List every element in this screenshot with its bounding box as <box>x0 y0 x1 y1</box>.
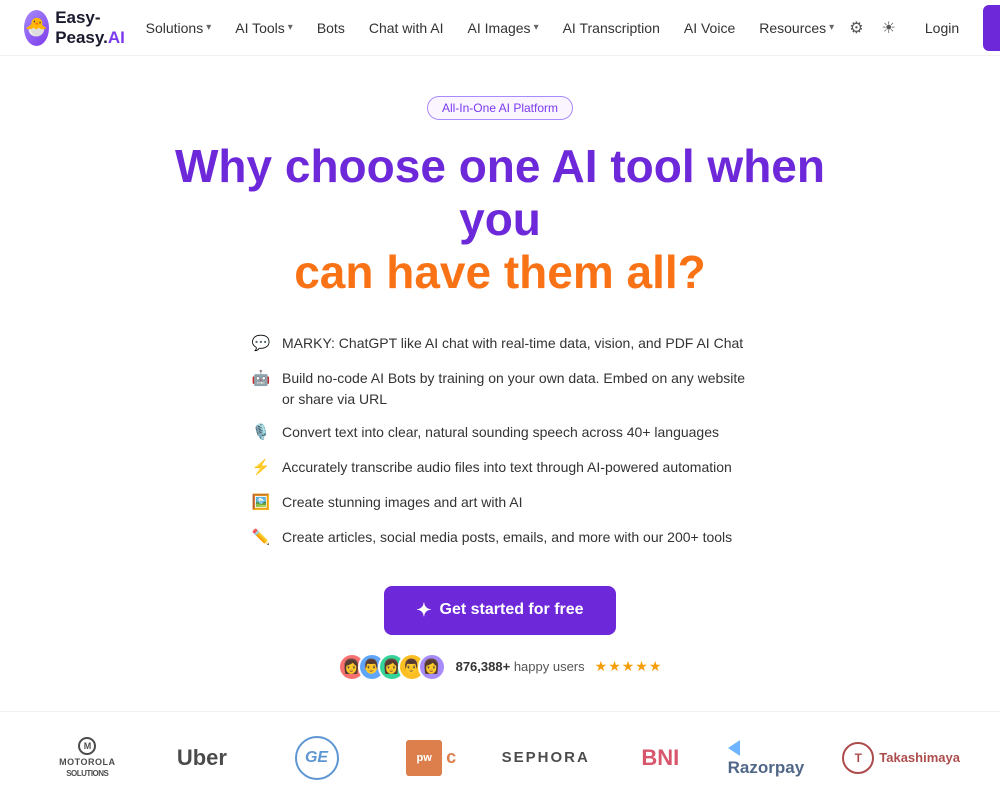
chat-icon: 💬 <box>250 334 272 356</box>
bot-icon: 🤖 <box>250 369 272 391</box>
get-started-button[interactable]: ✦ Get started for free <box>384 586 615 635</box>
chevron-down-icon: ▾ <box>829 22 834 33</box>
brand-razorpay: Razorpay <box>728 738 823 778</box>
social-proof: 👩 👨 👩 👨 👩 876,388+ happy users ★★★★★ <box>338 653 663 681</box>
chevron-down-icon: ▾ <box>288 22 293 33</box>
image-icon: 🖼️ <box>250 493 272 515</box>
login-button[interactable]: Login <box>909 13 975 43</box>
nav-actions: ⚙ ☀ Login Sign up <box>844 5 1000 51</box>
brand-uber: Uber <box>155 745 250 771</box>
brand-bni: BNI <box>613 745 708 771</box>
motorola-logo-icon: M <box>78 737 96 755</box>
signup-button[interactable]: Sign up <box>983 5 1000 51</box>
hero-title: Why choose one AI tool when you can have… <box>160 140 840 299</box>
nav-resources[interactable]: Resources ▾ <box>749 14 844 42</box>
tools-icon: ✏️ <box>250 528 272 550</box>
happy-users-text: 876,388+ happy users <box>456 659 585 674</box>
transcription-icon: ⚡ <box>250 458 272 480</box>
list-item: 🤖 Build no-code AI Bots by training on y… <box>250 362 750 416</box>
list-item: 💬 MARKY: ChatGPT like AI chat with real-… <box>250 327 750 362</box>
nav-bots[interactable]: Bots <box>307 14 355 42</box>
list-item: 🖼️ Create stunning images and art with A… <box>250 486 750 521</box>
list-item: ✏️ Create articles, social media posts, … <box>250 521 750 556</box>
brand-motorola: M MOTOROLA SOLUTIONS <box>40 737 135 778</box>
nav-ai-transcription[interactable]: AI Transcription <box>553 14 670 42</box>
list-item: 🎙️ Convert text into clear, natural soun… <box>250 416 750 451</box>
avatar-group: 👩 👨 👩 👨 👩 <box>338 653 446 681</box>
razorpay-logo-icon <box>728 740 740 756</box>
settings-icon-button[interactable]: ⚙ <box>844 13 868 43</box>
brand-sephora: SEPHORA <box>498 749 593 766</box>
star-rating: ★★★★★ <box>595 658 663 675</box>
logo-text: Easy-Peasy.AI <box>55 8 135 48</box>
navbar: 🐣 Easy-Peasy.AI Solutions ▾ AI Tools ▾ B… <box>0 0 1000 56</box>
theme-toggle-button[interactable]: ☀ <box>877 13 901 43</box>
nav-ai-tools[interactable]: AI Tools ▾ <box>225 14 303 42</box>
microphone-icon: 🎙️ <box>250 423 272 445</box>
hero-section: All-In-One AI Platform Why choose one AI… <box>0 56 1000 711</box>
takashimaya-logo-icon: T <box>842 742 874 774</box>
chevron-down-icon: ▾ <box>206 22 211 33</box>
logo[interactable]: 🐣 Easy-Peasy.AI <box>24 8 136 48</box>
nav-ai-images[interactable]: AI Images ▾ <box>458 14 549 42</box>
brands-section: M MOTOROLA SOLUTIONS Uber GE pw c SEPHOR… <box>0 711 1000 804</box>
hero-badge: All-In-One AI Platform <box>427 96 573 120</box>
list-item: ⚡ Accurately transcribe audio files into… <box>250 451 750 486</box>
nav-solutions[interactable]: Solutions ▾ <box>136 14 222 42</box>
brand-ge: GE <box>269 736 364 780</box>
pwc-logo-block: pw <box>406 740 442 776</box>
brand-pwc: pw c <box>384 740 479 776</box>
brand-takashimaya: T Takashimaya <box>842 742 960 774</box>
nav-links: Solutions ▾ AI Tools ▾ Bots Chat with AI… <box>136 14 845 42</box>
chevron-down-icon: ▾ <box>534 22 539 33</box>
nav-ai-voice[interactable]: AI Voice <box>674 14 745 42</box>
nav-chat-with-ai[interactable]: Chat with AI <box>359 14 454 42</box>
logo-icon: 🐣 <box>24 10 49 46</box>
sparkle-icon: ✦ <box>416 600 431 621</box>
features-list: 💬 MARKY: ChatGPT like AI chat with real-… <box>250 327 750 556</box>
avatar: 👩 <box>418 653 446 681</box>
